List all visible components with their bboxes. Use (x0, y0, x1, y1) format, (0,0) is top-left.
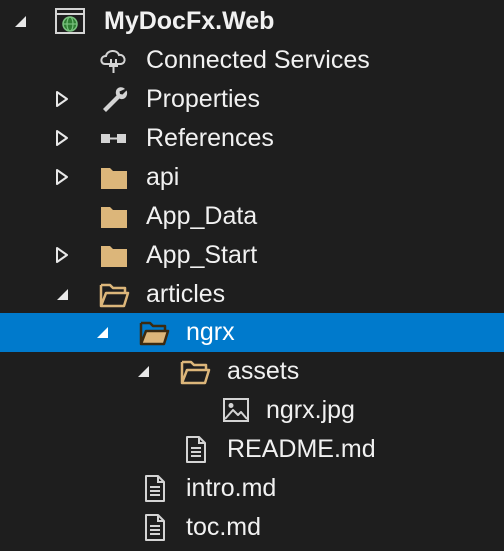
folder-open-icon (99, 283, 130, 308)
tree-item-properties[interactable]: Properties (0, 80, 504, 119)
tree-item-app-start[interactable]: App_Start (0, 236, 504, 275)
tree-item-label: intro.md (186, 474, 277, 502)
tree-item-app-data[interactable]: App_Data (0, 197, 504, 236)
expanded-arrow-icon[interactable] (10, 11, 30, 31)
tree-item-label: ngrx.jpg (266, 396, 355, 424)
folder-open-icon (180, 360, 211, 385)
tree-item-toc[interactable]: toc.md (0, 508, 504, 547)
web-project-icon (55, 8, 85, 34)
tree-item-project[interactable]: MyDocFx.Web (0, 2, 504, 41)
tree-item-label: Connected Services (146, 46, 370, 74)
tree-item-assets[interactable]: assets (0, 352, 504, 391)
expanded-arrow-icon[interactable] (92, 322, 112, 342)
collapsed-arrow-icon[interactable] (52, 167, 72, 187)
tree-item-label: api (146, 163, 180, 191)
image-file-icon (223, 398, 249, 422)
tree-item-label: MyDocFx.Web (104, 7, 275, 35)
collapsed-arrow-icon[interactable] (52, 245, 72, 265)
tree-item-label: Properties (146, 85, 260, 113)
expanded-arrow-icon[interactable] (52, 284, 72, 304)
tree-item-intro[interactable]: intro.md (0, 469, 504, 508)
collapsed-arrow-icon[interactable] (52, 128, 72, 148)
tree-item-ngrx-jpg[interactable]: ngrx.jpg (0, 391, 504, 430)
tree-item-api[interactable]: api (0, 158, 504, 197)
expanded-arrow-icon[interactable] (133, 361, 153, 381)
tree-item-label: README.md (227, 435, 376, 463)
tree-item-label: assets (227, 357, 300, 385)
tree-item-label: articles (146, 280, 226, 308)
tree-item-label: App_Start (146, 241, 258, 269)
tree-item-ngrx[interactable]: ngrx (0, 313, 504, 352)
collapsed-arrow-icon[interactable] (52, 89, 72, 109)
solution-explorer-tree: MyDocFx.Web Connected Services Propertie… (0, 0, 504, 551)
tree-item-readme[interactable]: README.md (0, 430, 504, 469)
tree-item-label: References (146, 124, 274, 152)
folder-icon (101, 207, 127, 228)
cloud-plug-icon (100, 50, 126, 73)
folder-icon (101, 246, 127, 267)
text-file-icon (145, 475, 165, 502)
references-icon (101, 134, 126, 143)
tree-item-connected-services[interactable]: Connected Services (0, 41, 504, 80)
tree-item-label: App_Data (146, 202, 258, 230)
folder-icon (101, 168, 127, 189)
tree-item-articles[interactable]: articles (0, 275, 504, 314)
text-file-icon (186, 436, 206, 463)
text-file-icon (145, 514, 165, 541)
wrench-icon (103, 87, 128, 112)
tree-item-label: ngrx (186, 318, 235, 346)
tree-item-references[interactable]: References (0, 119, 504, 158)
folder-open-icon (139, 321, 170, 346)
tree-item-label: toc.md (186, 513, 262, 541)
